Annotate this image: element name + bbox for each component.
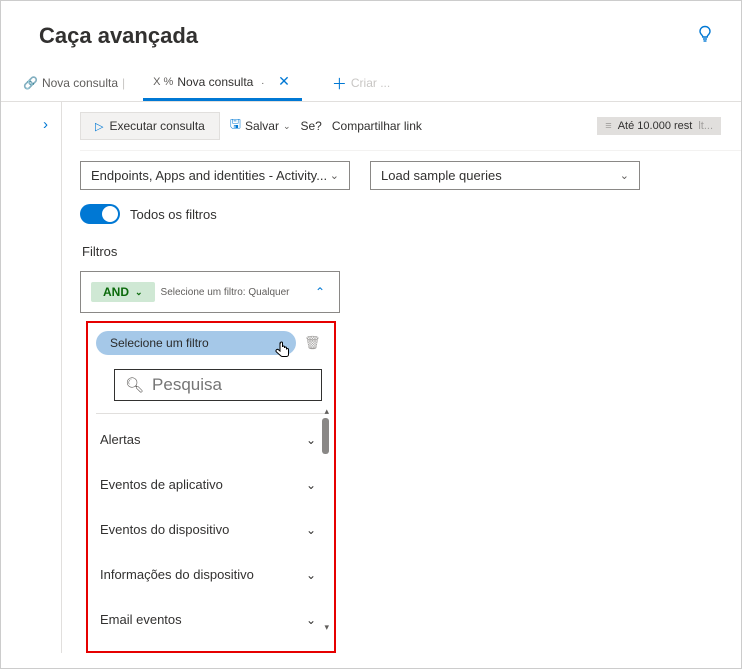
tab-create-new[interactable]: ＋ Criar ... <box>322 67 400 100</box>
plus-icon: ＋ <box>332 73 347 94</box>
select-filter-pill[interactable]: Selecione um filtro <box>96 331 296 355</box>
page-header: Caça avançada <box>1 1 741 57</box>
chevron-down-icon: ⌄ <box>620 169 629 182</box>
filter-category-list: ▴ Alertas ⌄ Eventos de aplicativo ⌄ Even… <box>96 413 326 639</box>
scroll-up-icon[interactable]: ▴ <box>324 406 329 417</box>
category-label: Eventos do dispositivo <box>100 522 229 537</box>
sidebar-gutter: › <box>1 102 61 653</box>
save-icon: 🖫 <box>230 115 241 137</box>
filters-section-label: Filtros <box>82 244 741 259</box>
content-panel: ▷ Executar consulta 🖫 Salvar ⌄ Se? Compa… <box>61 102 741 653</box>
filter-hint: Selecione um filtro: Qualquer <box>161 287 290 298</box>
results-label: Até 10.000 rest <box>618 120 693 132</box>
toggle-thumb <box>102 206 118 222</box>
share-link-button[interactable]: Compartilhar link <box>332 119 422 133</box>
query-tabs: 🔗 Nova consulta | X % Nova consulta . ✕ … <box>1 57 741 102</box>
chevron-down-icon: ⌄ <box>283 121 291 132</box>
chevron-up-icon[interactable]: ⌃ <box>315 285 325 299</box>
operator-chip[interactable]: AND ⌄ <box>91 282 155 302</box>
run-label: Executar consulta <box>109 119 204 133</box>
toolbar: ▷ Executar consulta 🖫 Salvar ⌄ Se? Compa… <box>80 102 741 151</box>
filter-category-alertas[interactable]: Alertas ⌄ <box>96 414 326 459</box>
chevron-down-icon: ⌄ <box>306 568 316 582</box>
scroll-down-icon[interactable]: ▾ <box>324 622 329 633</box>
tab-nova-consulta-1[interactable]: 🔗 Nova consulta | <box>13 70 139 96</box>
scope-dropdown[interactable]: Endpoints, Apps and identities - Activit… <box>80 161 350 190</box>
chevron-down-icon: ⌄ <box>330 169 339 182</box>
operator-label: AND <box>103 285 129 299</box>
chevron-down-icon: ⌄ <box>306 523 316 537</box>
toggle-label: Todos os filtros <box>130 207 217 222</box>
close-icon[interactable]: ✕ <box>276 71 292 92</box>
chevron-down-icon: ⌄ <box>135 287 143 298</box>
filter-search-box[interactable]: 🔍︎ <box>114 369 322 401</box>
search-input[interactable] <box>152 375 311 395</box>
link-icon: 🔗 <box>23 76 38 90</box>
trash-icon[interactable]: 🗑 <box>304 335 321 351</box>
samples-value: Load sample queries <box>381 168 502 183</box>
main-area: › ▷ Executar consulta 🖫 Salvar ⌄ Se? Com… <box>1 102 741 653</box>
tab-prefix: X % <box>153 76 173 88</box>
search-icon: 🔍︎ <box>125 376 144 394</box>
results-suffix: lt... <box>698 120 713 132</box>
run-query-button[interactable]: ▷ Executar consulta <box>80 112 220 140</box>
tab-nova-consulta-2[interactable]: X % Nova consulta . ✕ <box>143 65 302 101</box>
all-filters-toggle-row: Todos os filtros <box>80 190 741 238</box>
lightbulb-icon[interactable] <box>697 25 713 48</box>
chevron-down-icon: ⌄ <box>306 478 316 492</box>
chevron-down-icon: ⌄ <box>306 613 316 627</box>
filter-category-device-events[interactable]: Eventos do dispositivo ⌄ <box>96 504 326 549</box>
filter-group[interactable]: AND ⌄ Selecione um filtro: Qualquer ⌃ <box>80 271 340 313</box>
filter-category-email-events[interactable]: Email eventos ⌄ <box>96 594 326 639</box>
list-icon: ≡ <box>605 120 611 132</box>
page-title: Caça avançada <box>39 23 198 49</box>
cursor-hand-icon <box>274 341 292 366</box>
category-label: Email eventos <box>100 612 182 627</box>
category-label: Eventos de aplicativo <box>100 477 223 492</box>
filter-picker-popup: Selecione um filtro 🗑 🔍︎ ▴ Alertas <box>86 321 336 653</box>
category-label: Informações do dispositivo <box>100 567 254 582</box>
select-filter-label: Selecione um filtro <box>110 336 209 350</box>
scope-value: Endpoints, Apps and identities - Activit… <box>91 168 327 183</box>
all-filters-toggle[interactable] <box>80 204 120 224</box>
chevron-down-icon: ⌄ <box>306 433 316 447</box>
category-label: Alertas <box>100 432 140 447</box>
tab-label: Criar ... <box>351 76 390 90</box>
q-link[interactable]: Se? <box>301 119 322 133</box>
q-label: Se? <box>301 119 322 133</box>
share-label: Compartilhar link <box>332 119 422 133</box>
play-icon: ▷ <box>95 120 103 133</box>
scope-row: Endpoints, Apps and identities - Activit… <box>80 151 741 190</box>
filter-category-app-events[interactable]: Eventos de aplicativo ⌄ <box>96 459 326 504</box>
chevron-right-icon[interactable]: › <box>43 116 48 133</box>
results-limit[interactable]: ≡ Até 10.000 rest lt... <box>597 117 721 135</box>
filter-category-device-info[interactable]: Informações do dispositivo ⌄ <box>96 549 326 594</box>
tab-label: Nova consulta <box>177 75 253 89</box>
scrollbar-thumb[interactable] <box>322 418 329 454</box>
save-label: Salvar <box>245 119 279 133</box>
tab-label: Nova consulta <box>42 76 118 90</box>
save-button[interactable]: 🖫 Salvar ⌄ <box>230 115 291 137</box>
sample-queries-dropdown[interactable]: Load sample queries ⌄ <box>370 161 640 190</box>
